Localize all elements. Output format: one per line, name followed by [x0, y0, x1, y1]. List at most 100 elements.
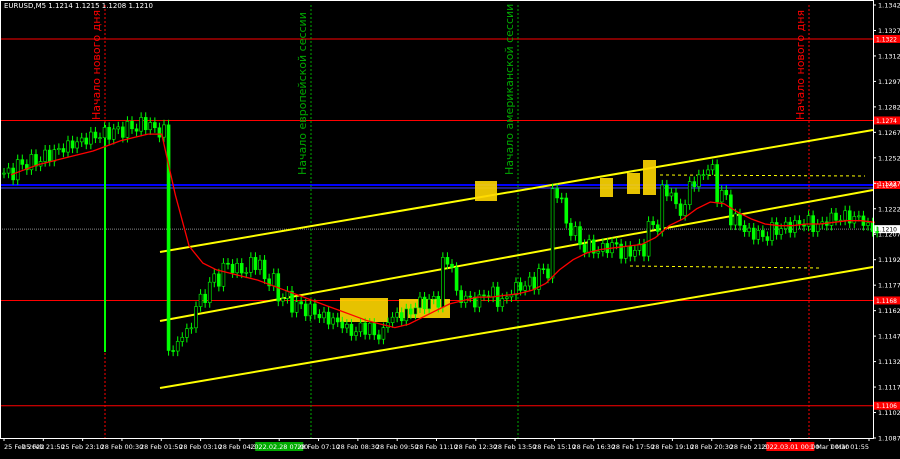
time-tick-label: 28 Feb 03:10 [179, 443, 222, 451]
candle-body [235, 263, 239, 274]
candle-body [244, 272, 249, 274]
candle-body [633, 250, 637, 257]
candle-body [505, 296, 509, 299]
candle-body [482, 294, 486, 297]
time-tick-label: 1 Mar 01:55 [830, 443, 869, 451]
candle-body [747, 227, 751, 232]
candle-body [43, 149, 47, 162]
dashed-target [629, 265, 821, 269]
price-chart[interactable]: 1.13221.12741.12361.11681.11061.1210 Нач… [0, 0, 900, 459]
candle-body [719, 190, 724, 203]
candle-body [431, 296, 436, 300]
candle-body [441, 257, 445, 308]
price-tick-label: 1.1237 [878, 180, 900, 188]
price-tick-label: 1.1297 [878, 78, 900, 86]
session-label: Начало американской сессии [503, 4, 516, 175]
candle-body [756, 230, 761, 240]
candle-body [724, 190, 729, 196]
price-tick-label: 1.1087 [878, 435, 900, 443]
candle-body [253, 257, 258, 270]
candle-body [834, 212, 838, 221]
candle-body [751, 227, 756, 240]
candle-body [866, 222, 870, 226]
candle-body [409, 308, 413, 315]
price-tick-label: 1.1207 [878, 231, 900, 239]
candle-body [294, 301, 299, 313]
candle-body [655, 224, 660, 232]
candle-body [349, 323, 354, 336]
time-tick-label: 28 Feb 17:50 [612, 443, 655, 451]
candle-body [20, 159, 25, 165]
candle-body [52, 149, 57, 162]
time-tick-label: 28 Feb 19:10 [651, 443, 694, 451]
candle-body [665, 184, 669, 197]
candle-body [226, 262, 230, 265]
candle-body [514, 282, 518, 296]
chart-frame [0, 0, 874, 439]
candle-body [189, 327, 194, 330]
candle-body [134, 128, 139, 132]
candle-body [774, 222, 779, 235]
candle-body [445, 257, 450, 265]
candle-body [47, 149, 52, 162]
candle-body [422, 296, 427, 310]
candle-body [450, 263, 454, 268]
candle-body [761, 230, 765, 237]
candle-body [651, 221, 655, 226]
candle-body [180, 337, 185, 342]
candle-body [564, 197, 569, 224]
time-tick-label: 28 Feb 20:30 [690, 443, 733, 451]
candle-body [335, 317, 340, 323]
candle-body [143, 117, 148, 131]
candle-body [692, 181, 697, 187]
candle-body [527, 276, 532, 287]
price-tick-label: 1.1132 [878, 358, 900, 366]
candle-body [363, 322, 367, 335]
price-tick-label: 1.1162 [878, 307, 900, 315]
candle-body [317, 314, 322, 319]
candle-body [75, 141, 79, 149]
candle-body [84, 137, 89, 145]
candle-body [130, 121, 134, 130]
time-tick-label: 25 Feb 21:50 [22, 443, 65, 451]
candle-body [281, 298, 285, 302]
candle-body [372, 322, 377, 336]
chart-title: EURUSD,M5 1.1214 1.1215 1.1208 1.1210 [4, 2, 153, 10]
candle-body [285, 290, 290, 299]
candle-body [797, 220, 802, 225]
candle-body [518, 282, 523, 291]
candle-body [203, 293, 207, 303]
candle-body [61, 148, 66, 153]
candle-body [249, 257, 253, 273]
candle-body [852, 216, 857, 224]
time-tick-label: 28 Feb 09:50 [376, 443, 419, 451]
price-tick-label: 1.1267 [878, 129, 900, 137]
candle-body [468, 295, 473, 298]
time-tick-label: 28 Feb 12:30 [454, 443, 497, 451]
candle-body [843, 210, 847, 221]
candle-body [706, 169, 710, 175]
candle-body [642, 243, 646, 257]
signal-highlight [340, 298, 388, 322]
candle-body [262, 259, 267, 280]
candle-body [230, 263, 235, 274]
time-tick-label: 28 Feb 07:10 [297, 443, 340, 451]
candle-body [500, 298, 505, 307]
candle-body [313, 303, 317, 315]
candle-body [139, 117, 143, 132]
time-tick-label: 25 Feb 23:10 [61, 443, 104, 451]
candle-body [427, 298, 431, 310]
price-tick-label: 1.1192 [878, 256, 900, 264]
candle-body [153, 122, 157, 129]
candle-body [345, 323, 349, 329]
candle-body [523, 285, 527, 291]
candle-body [601, 243, 605, 252]
candle-body [6, 167, 11, 174]
candle-body [683, 204, 687, 216]
candle-body [217, 273, 221, 287]
candle-body [354, 331, 358, 336]
day-label: Начало нового дня [794, 10, 807, 120]
signal-highlight [627, 173, 640, 194]
candle-body [79, 137, 84, 143]
candle-body [623, 245, 628, 259]
